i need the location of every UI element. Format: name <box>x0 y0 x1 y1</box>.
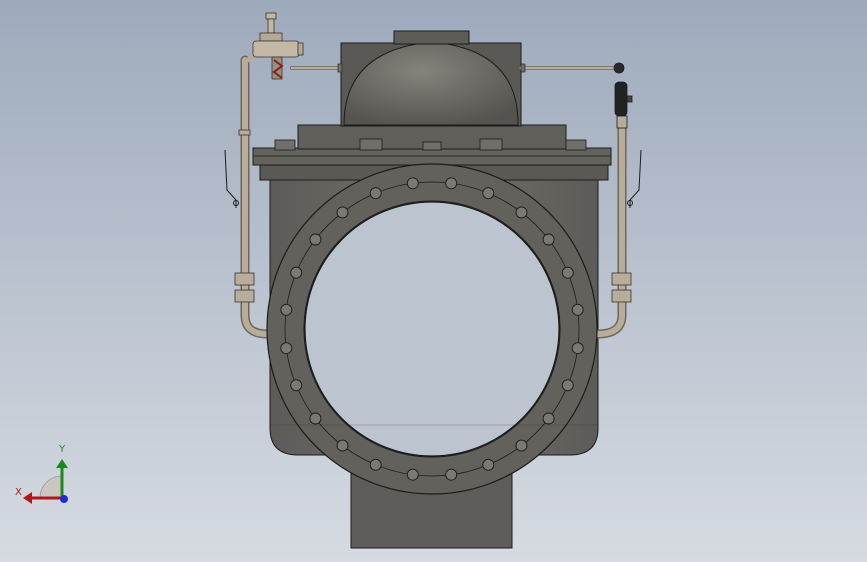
bolt-hole <box>571 303 584 316</box>
bolt-hole <box>542 412 555 425</box>
bolt-hole <box>336 206 349 219</box>
bolt-hole <box>406 177 419 190</box>
bolt-hole <box>369 187 382 200</box>
bolt-hole <box>542 233 555 246</box>
cover-flange <box>252 147 612 166</box>
bolt-hole <box>561 379 574 392</box>
bolt-hole <box>515 439 528 452</box>
bolt-hole <box>561 266 574 279</box>
bolt-hole <box>309 233 322 246</box>
dome-cap <box>393 30 470 45</box>
bolt-hole <box>445 468 458 481</box>
bolt-hole <box>445 177 458 190</box>
bolt-hole <box>280 342 293 355</box>
view-plane-quadrant <box>39 475 63 499</box>
pressure-gauge <box>613 62 633 129</box>
bolt-hole <box>482 187 495 200</box>
support-bracket-right <box>627 149 642 208</box>
bolt-hole <box>369 458 382 471</box>
y-axis-label: Y <box>59 444 66 455</box>
valve-bore <box>304 201 560 457</box>
bolt-hole <box>482 458 495 471</box>
bolt-hole <box>571 342 584 355</box>
bolt-hole <box>336 439 349 452</box>
bolt-hole <box>280 303 293 316</box>
graphics-viewport[interactable]: X Y <box>0 0 867 562</box>
bolt-hole <box>406 468 419 481</box>
bolt-hole <box>290 379 303 392</box>
x-axis-label: X <box>15 487 22 498</box>
support-bracket-left <box>224 149 239 208</box>
orientation-triad[interactable]: X Y <box>10 440 80 510</box>
bolt-hole <box>309 412 322 425</box>
valve-model[interactable] <box>0 0 867 562</box>
z-axis-point <box>60 495 68 503</box>
bolt-hole <box>290 266 303 279</box>
bolt-hole <box>515 206 528 219</box>
